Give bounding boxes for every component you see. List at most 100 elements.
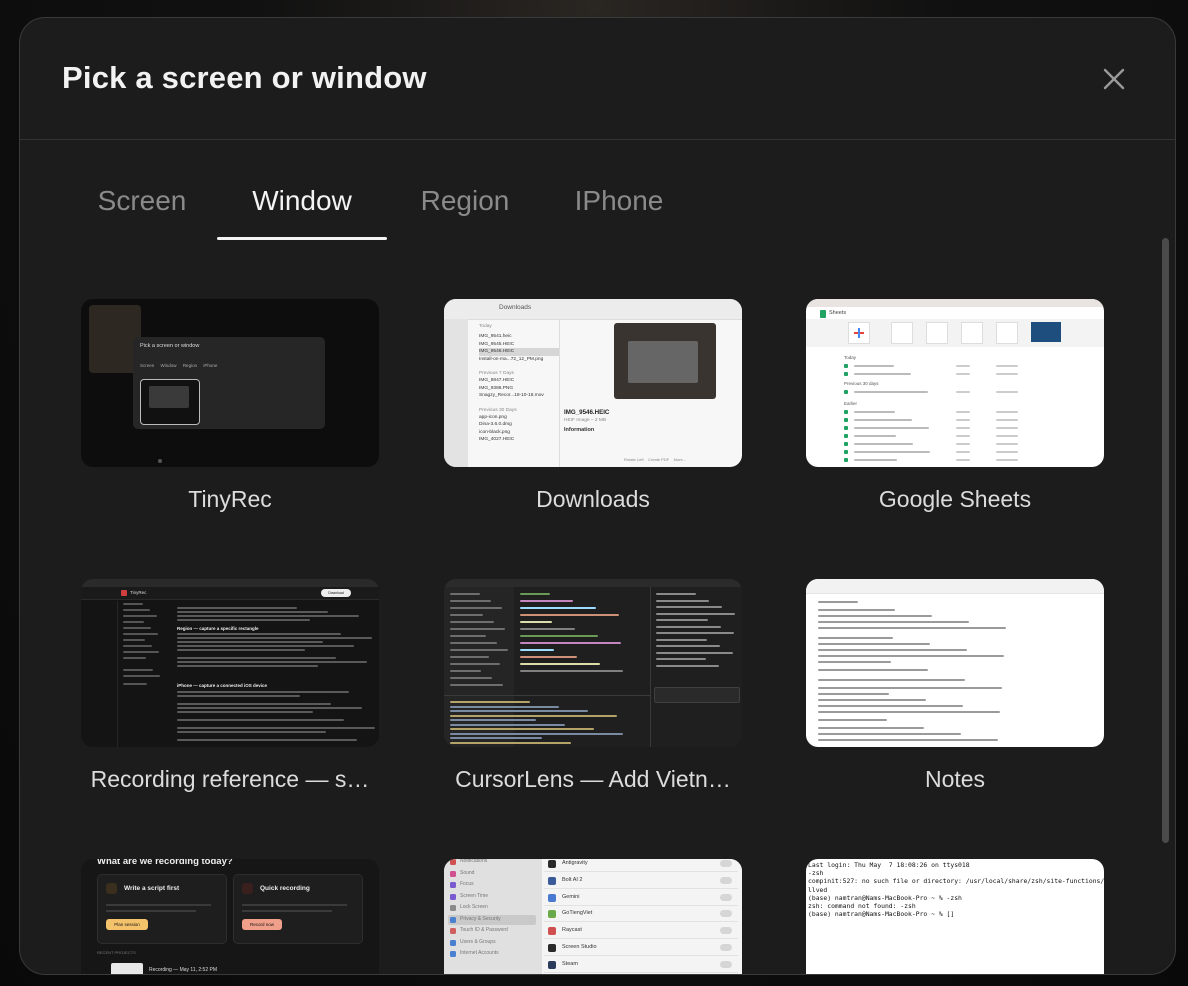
download-button[interactable]: Download	[321, 589, 351, 597]
file-item[interactable]: app-icon.png	[479, 414, 559, 421]
file-item[interactable]: IMG_4027.HEIC	[479, 436, 559, 443]
settings-sidebar-item[interactable]: Users & Groups	[448, 938, 536, 948]
terminal-line: Last login: Thu May 7 18:08:26 on ttys01…	[808, 861, 970, 869]
settings-app-row[interactable]: Gemini	[544, 891, 738, 906]
app-icon	[548, 860, 556, 868]
settings-sidebar-item[interactable]: Focus	[448, 880, 536, 890]
text-line	[177, 637, 372, 639]
window-thumbnail: What are we recording today? Write a scr…	[81, 859, 379, 974]
permission-toggle[interactable]	[720, 860, 732, 867]
settings-app-row[interactable]: Antigravity	[544, 859, 738, 872]
finder-title: Downloads	[499, 304, 532, 311]
create-pdf-button[interactable]: Create PDF	[648, 457, 669, 462]
finder-toolbar: Downloads	[444, 299, 742, 320]
preview-filename: IMG_9546.HEIC	[564, 409, 610, 416]
settings-sidebar-item[interactable]: Notifications	[448, 859, 536, 867]
settings-sidebar-label: Notifications	[460, 859, 488, 864]
file-item[interactable]: Dina-3.6.0.dmg	[479, 421, 559, 428]
tab-screen[interactable]: Screen	[80, 178, 204, 240]
text-line	[123, 627, 151, 629]
text-line	[854, 451, 930, 453]
text-line	[450, 701, 530, 703]
text-line	[177, 649, 305, 651]
text-line	[177, 727, 375, 729]
recent-project-item[interactable]: Recording — May 11, 2:52 PM	[149, 967, 217, 973]
text-line	[450, 705, 559, 708]
settings-sidebar-item[interactable]: Lock Screen	[448, 903, 536, 913]
text-line	[177, 607, 297, 609]
text-line	[123, 645, 152, 647]
text-line	[450, 719, 536, 721]
file-item[interactable]: Snagzy_Recor...18-10-18.mov	[479, 392, 559, 399]
settings-app-row[interactable]: Steam	[544, 958, 738, 973]
terminal-output: Last login: Thu May 7 18:08:26 on ttys01…	[808, 861, 1104, 918]
sheet-file-icon	[844, 410, 848, 414]
text-line	[123, 633, 158, 635]
quick-recording-title: Quick recording	[260, 885, 310, 892]
settings-app-row[interactable]: GoTiengViet	[544, 907, 738, 923]
quick-recording-card[interactable]: Quick recording Record now	[233, 874, 363, 944]
permission-toggle[interactable]	[720, 893, 732, 901]
text-line	[818, 693, 889, 695]
tab-iphone[interactable]: IPhone	[552, 178, 686, 240]
settings-sidebar-item[interactable]: Internet Accounts	[448, 949, 536, 959]
rotate-left-button[interactable]: Rotate Left	[624, 457, 644, 462]
text-line	[520, 607, 596, 609]
text-line	[656, 625, 721, 628]
file-item[interactable]: IMG_9386.PNG	[479, 385, 559, 392]
text-line	[123, 683, 147, 685]
text-line	[450, 737, 542, 739]
file-item[interactable]: Install-on-ma...72_12_PM.png	[479, 356, 559, 363]
scrollbar-thumb[interactable]	[1162, 238, 1169, 843]
text-line	[996, 391, 1018, 393]
window-label: Downloads	[536, 486, 650, 512]
more-button[interactable]: More...	[674, 457, 686, 462]
window-thumbnail: Pick a screen or window Screen Window Re…	[81, 299, 379, 467]
terminal-line: llved	[808, 885, 828, 894]
text-line	[854, 419, 912, 421]
settings-sidebar-label: Touch ID & Password	[460, 927, 508, 933]
sheet-file-icon	[844, 442, 848, 446]
window-label: Notes	[924, 766, 986, 792]
file-item[interactable]: IMG_9541.heic	[479, 333, 559, 340]
permission-toggle[interactable]	[720, 910, 732, 918]
app-icon	[548, 944, 556, 952]
tab-window[interactable]: Window	[217, 178, 387, 240]
close-button[interactable]	[1097, 62, 1131, 96]
file-item[interactable]: IMG_8847.HEIC	[479, 377, 559, 384]
settings-sidebar-item[interactable]: Screen Time	[448, 892, 536, 902]
text-line	[956, 391, 970, 393]
file-item[interactable]: icon-black.png	[479, 429, 559, 436]
text-line	[450, 600, 491, 602]
text-line	[818, 699, 926, 701]
settings-sidebar-item[interactable]: Sound	[448, 869, 536, 879]
chat-input[interactable]	[654, 687, 740, 703]
permission-toggle[interactable]	[720, 960, 732, 968]
settings-sidebar-item[interactable]: Privacy & Security	[448, 914, 536, 925]
settings-app-row[interactable]: Bolt AI 2	[544, 874, 738, 889]
settings-app-label: Antigravity	[562, 860, 588, 866]
text-line	[177, 731, 326, 733]
text-line	[177, 739, 357, 741]
permission-toggle[interactable]	[720, 876, 732, 884]
text-line	[818, 643, 930, 645]
mini-picker-dialog: Pick a screen or window Screen Window Re…	[133, 337, 325, 429]
plan-session-button[interactable]: Plan session	[106, 919, 148, 930]
settings-app-label: Raycast	[562, 927, 582, 934]
permission-toggle[interactable]	[720, 927, 732, 935]
file-item[interactable]: IMG_9546.HEIC	[479, 348, 559, 356]
settings-app-row[interactable]: Screen Studio	[544, 941, 738, 956]
window-thumbnail: Last login: Thu May 7 18:08:26 on ttys01…	[806, 859, 1104, 974]
permission-toggle[interactable]	[720, 944, 732, 951]
script-card[interactable]: Write a script first Plan session	[97, 874, 227, 944]
tab-region[interactable]: Region	[400, 178, 530, 240]
text-line	[656, 632, 734, 634]
window-label: Google Sheets	[878, 486, 1032, 512]
text-line	[123, 603, 143, 605]
file-item[interactable]: IMG_9545.HEIC	[479, 341, 559, 348]
settings-app-row[interactable]: Raycast	[544, 924, 738, 940]
settings-sidebar-item[interactable]: Touch ID & Password	[448, 926, 536, 936]
text-line	[956, 419, 970, 421]
record-now-button[interactable]: Record now	[242, 919, 282, 930]
text-line	[450, 607, 502, 609]
